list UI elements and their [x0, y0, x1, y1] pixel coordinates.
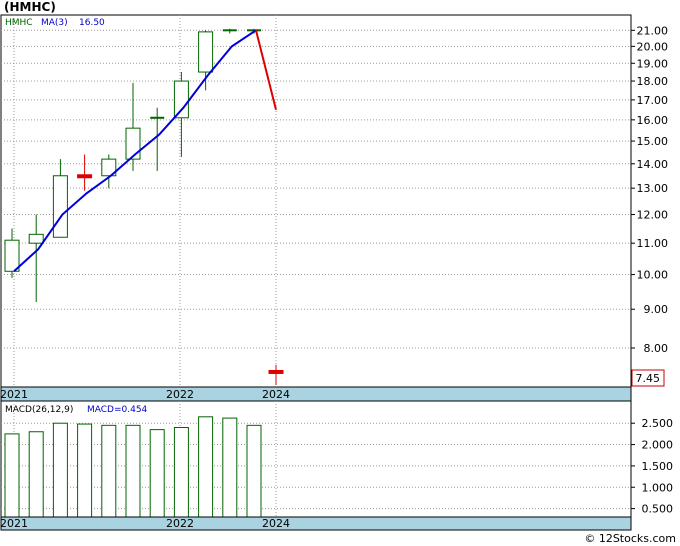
macd-bar — [77, 423, 93, 518]
price-y-tick-label: 15.00 — [637, 135, 669, 148]
candle-body — [52, 175, 68, 238]
price-x-tick-label: 2021 — [0, 388, 28, 401]
price-y-axis: 8.00 9.00 10.00 11.00 12.00 13.00 14.00 15.00 16… — [631, 24, 668, 355]
legend-ticker: HMHC — [5, 18, 33, 28]
candle-body — [268, 369, 284, 374]
macd-x-tick-label: 2024 — [262, 517, 290, 530]
macd-y-tick-label: 2.000 — [642, 439, 674, 452]
price-plot-frame — [0, 14, 632, 388]
legend-ma-label: MA(3) — [41, 18, 68, 28]
price-y-tick-label: 8.00 — [644, 342, 669, 355]
macd-bar — [198, 416, 214, 518]
last-price-label: 7.45 — [636, 372, 661, 385]
macd-bar — [101, 424, 117, 518]
price-x-tick-label: 2022 — [166, 388, 194, 401]
macd-bar — [28, 431, 44, 518]
price-y-tick-label: 21.00 — [637, 24, 669, 37]
price-y-tick-label: 20.00 — [637, 40, 669, 53]
price-y-tick-label: 9.00 — [644, 303, 669, 316]
price-y-tick-label: 10.00 — [637, 269, 669, 282]
price-y-tick-label: 16.00 — [637, 114, 669, 127]
macd-bar — [222, 417, 238, 518]
price-x-tick-label: 2024 — [262, 388, 290, 401]
price-y-tick-label: 11.00 — [637, 237, 669, 250]
macd-y-tick-label: 1.000 — [642, 481, 674, 494]
chart-canvas: 8.00 9.00 10.00 11.00 12.00 13.00 14.00 15.00 16… — [0, 14, 674, 531]
price-y-tick-label: 17.00 — [637, 94, 669, 107]
candle-body — [4, 239, 20, 272]
price-y-tick-label: 19.00 — [637, 57, 669, 70]
footer-copyright: © 12Stocks.com — [584, 532, 676, 545]
candle-body — [198, 31, 214, 73]
macd-y-axis: 0.500 1.000 1.500 2.000 2.500 — [631, 417, 674, 516]
candle-body — [173, 80, 189, 119]
macd-x-tick-label: 2021 — [0, 517, 28, 530]
macd-bars — [4, 416, 262, 518]
macd-x-tick-label: 2022 — [166, 517, 194, 530]
price-y-tick-label: 14.00 — [637, 158, 669, 171]
macd-plot-frame — [0, 400, 632, 518]
macd-y-tick-label: 0.500 — [642, 503, 674, 516]
macd-bar — [4, 433, 20, 518]
price-y-tick-label: 12.00 — [637, 209, 669, 222]
price-y-tick-label: 18.00 — [637, 75, 669, 88]
macd-bar — [52, 422, 68, 518]
macd-bar — [246, 424, 262, 518]
candle-body — [125, 127, 141, 160]
price-y-tick-label: 13.00 — [637, 182, 669, 195]
legend-ma-value: 16.50 — [79, 18, 105, 28]
macd-bar — [173, 426, 189, 518]
macd-legend-label: MACD(26,12,9) — [5, 405, 73, 415]
price-x-axis-band — [0, 386, 632, 402]
macd-bar — [149, 429, 165, 518]
macd-y-tick-label: 2.500 — [642, 417, 674, 430]
candle-body — [77, 174, 93, 179]
macd-legend-value: MACD=0.454 — [87, 405, 148, 415]
candle-body — [28, 233, 44, 244]
macd-y-tick-label: 1.500 — [642, 460, 674, 473]
macd-bar — [125, 424, 141, 518]
macd-x-axis-band — [0, 516, 632, 531]
